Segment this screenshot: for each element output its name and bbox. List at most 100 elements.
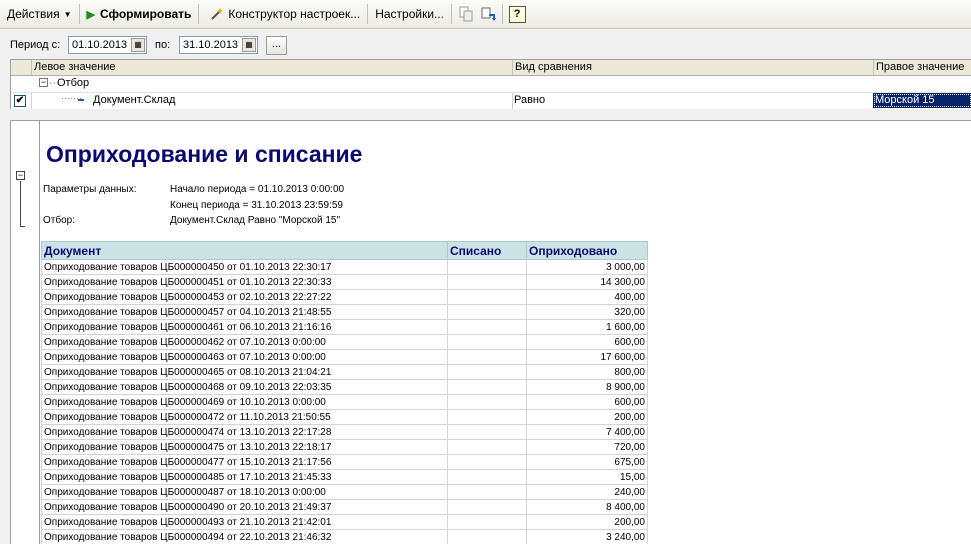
cell-received[interactable]: 320,00 xyxy=(526,304,648,320)
cell-written-off[interactable] xyxy=(447,259,527,275)
filter-header-compare[interactable]: Вид сравнения xyxy=(512,60,873,75)
cell-written-off[interactable] xyxy=(447,484,527,500)
cell-document[interactable]: Оприходование товаров ЦБ000000474 от 13.… xyxy=(41,424,448,440)
cell-written-off[interactable] xyxy=(447,304,527,320)
cell-received[interactable]: 400,00 xyxy=(526,289,648,305)
table-row[interactable]: Оприходование товаров ЦБ000000463 от 07.… xyxy=(41,349,648,365)
table-row[interactable]: Оприходование товаров ЦБ000000453 от 02.… xyxy=(41,289,648,305)
copy-settings-icon[interactable] xyxy=(457,5,475,23)
collapse-icon[interactable]: − xyxy=(39,78,48,87)
cell-received[interactable]: 600,00 xyxy=(526,334,648,350)
cell-received[interactable]: 600,00 xyxy=(526,394,648,410)
toolbar: Действия ▼ ▶ Сформировать Конструктор на… xyxy=(0,0,971,29)
period-select-button[interactable]: ... xyxy=(266,36,287,55)
table-row[interactable]: Оприходование товаров ЦБ000000469 от 10.… xyxy=(41,394,648,410)
cell-document[interactable]: Оприходование товаров ЦБ000000494 от 22.… xyxy=(41,529,448,544)
cell-received[interactable]: 200,00 xyxy=(526,514,648,530)
cell-written-off[interactable] xyxy=(447,409,527,425)
cell-document[interactable]: Оприходование товаров ЦБ000000450 от 01.… xyxy=(41,259,448,275)
cell-written-off[interactable] xyxy=(447,349,527,365)
table-row[interactable]: Оприходование товаров ЦБ000000475 от 13.… xyxy=(41,439,648,455)
cell-divider xyxy=(512,93,513,109)
filter-header-right[interactable]: Правое значение xyxy=(873,60,971,75)
cell-received[interactable]: 15,00 xyxy=(526,469,648,485)
table-row[interactable]: Оприходование товаров ЦБ000000474 от 13.… xyxy=(41,424,648,440)
collapse-icon[interactable]: − xyxy=(16,171,25,180)
cell-document[interactable]: Оприходование товаров ЦБ000000463 от 07.… xyxy=(41,349,448,365)
table-row[interactable]: Оприходование товаров ЦБ000000487 от 18.… xyxy=(41,484,648,500)
cell-received[interactable]: 240,00 xyxy=(526,484,648,500)
table-row[interactable]: Оприходование товаров ЦБ000000450 от 01.… xyxy=(41,259,648,275)
generate-button[interactable]: ▶ Сформировать xyxy=(83,3,196,25)
cell-document[interactable]: Оприходование товаров ЦБ000000493 от 21.… xyxy=(41,514,448,530)
table-row[interactable]: Оприходование товаров ЦБ000000494 от 22.… xyxy=(41,529,648,544)
cell-received[interactable]: 8 400,00 xyxy=(526,499,648,515)
table-row[interactable]: Оприходование товаров ЦБ000000457 от 04.… xyxy=(41,304,648,320)
cell-written-off[interactable] xyxy=(447,514,527,530)
period-from-field[interactable]: 01.10.2013 ▦ xyxy=(68,36,147,54)
filter-right-value[interactable]: Морской 15 xyxy=(873,93,971,108)
cell-document[interactable]: Оприходование товаров ЦБ000000462 от 07.… xyxy=(41,334,448,350)
cell-written-off[interactable] xyxy=(447,379,527,395)
cell-received[interactable]: 8 900,00 xyxy=(526,379,648,395)
filter-item-row[interactable]: ✔ ······· Документ.Склад Равно Морской 1… xyxy=(11,92,971,109)
cell-written-off[interactable] xyxy=(447,439,527,455)
actions-menu-button[interactable]: Действия ▼ xyxy=(3,3,76,25)
table-row[interactable]: Оприходование товаров ЦБ000000485 от 17.… xyxy=(41,469,648,485)
cell-written-off[interactable] xyxy=(447,454,527,470)
cell-received[interactable]: 7 400,00 xyxy=(526,424,648,440)
cell-received[interactable]: 3 000,00 xyxy=(526,259,648,275)
filter-header-left[interactable]: Левое значение xyxy=(31,60,512,75)
load-settings-icon[interactable] xyxy=(479,5,497,23)
cell-received[interactable]: 3 240,00 xyxy=(526,529,648,544)
cell-received[interactable]: 200,00 xyxy=(526,409,648,425)
cell-written-off[interactable] xyxy=(447,499,527,515)
table-row[interactable]: Оприходование товаров ЦБ000000477 от 15.… xyxy=(41,454,648,470)
cell-written-off[interactable] xyxy=(447,289,527,305)
cell-received[interactable]: 675,00 xyxy=(526,454,648,470)
cell-document[interactable]: Оприходование товаров ЦБ000000457 от 04.… xyxy=(41,304,448,320)
table-row[interactable]: Оприходование товаров ЦБ000000462 от 07.… xyxy=(41,334,648,350)
calendar-icon[interactable]: ▦ xyxy=(131,38,145,52)
cell-document[interactable]: Оприходование товаров ЦБ000000468 от 09.… xyxy=(41,379,448,395)
table-row[interactable]: Оприходование товаров ЦБ000000490 от 20.… xyxy=(41,499,648,515)
cell-document[interactable]: Оприходование товаров ЦБ000000453 от 02.… xyxy=(41,289,448,305)
table-row[interactable]: Оприходование товаров ЦБ000000451 от 01.… xyxy=(41,274,648,290)
period-to-field[interactable]: 31.10.2013 ▦ xyxy=(179,36,258,54)
cell-written-off[interactable] xyxy=(447,394,527,410)
cell-document[interactable]: Оприходование товаров ЦБ000000490 от 20.… xyxy=(41,499,448,515)
settings-button[interactable]: Настройки... xyxy=(371,3,448,25)
cell-received[interactable]: 720,00 xyxy=(526,439,648,455)
cell-received[interactable]: 1 600,00 xyxy=(526,319,648,335)
filter-group-row[interactable]: − ·· Отбор xyxy=(11,76,971,92)
calendar-icon[interactable]: ▦ xyxy=(242,38,256,52)
table-row[interactable]: Оприходование товаров ЦБ000000472 от 11.… xyxy=(41,409,648,425)
cell-written-off[interactable] xyxy=(447,469,527,485)
cell-document[interactable]: Оприходование товаров ЦБ000000451 от 01.… xyxy=(41,274,448,290)
table-row[interactable]: Оприходование товаров ЦБ000000461 от 06.… xyxy=(41,319,648,335)
cell-document[interactable]: Оприходование товаров ЦБ000000485 от 17.… xyxy=(41,469,448,485)
cell-written-off[interactable] xyxy=(447,364,527,380)
cell-received[interactable]: 17 600,00 xyxy=(526,349,648,365)
cell-written-off[interactable] xyxy=(447,529,527,544)
table-row[interactable]: Оприходование товаров ЦБ000000493 от 21.… xyxy=(41,514,648,530)
cell-written-off[interactable] xyxy=(447,319,527,335)
cell-document[interactable]: Оприходование товаров ЦБ000000465 от 08.… xyxy=(41,364,448,380)
cell-received[interactable]: 800,00 xyxy=(526,364,648,380)
cell-received[interactable]: 14 300,00 xyxy=(526,274,648,290)
cell-document[interactable]: Оприходование товаров ЦБ000000472 от 11.… xyxy=(41,409,448,425)
table-row[interactable]: Оприходование товаров ЦБ000000465 от 08.… xyxy=(41,364,648,380)
cell-document[interactable]: Оприходование товаров ЦБ000000469 от 10.… xyxy=(41,394,448,410)
cell-document[interactable]: Оприходование товаров ЦБ000000461 от 06.… xyxy=(41,319,448,335)
cell-written-off[interactable] xyxy=(447,424,527,440)
help-button[interactable]: ? xyxy=(508,5,526,23)
cell-written-off[interactable] xyxy=(447,274,527,290)
settings-constructor-button[interactable]: Конструктор настроек... xyxy=(202,3,364,25)
cell-document[interactable]: Оприходование товаров ЦБ000000475 от 13.… xyxy=(41,439,448,455)
filter-compare-value[interactable]: Равно xyxy=(514,94,545,106)
cell-written-off[interactable] xyxy=(447,334,527,350)
filter-use-checkbox[interactable]: ✔ xyxy=(14,95,26,107)
cell-document[interactable]: Оприходование товаров ЦБ000000487 от 18.… xyxy=(41,484,448,500)
table-row[interactable]: Оприходование товаров ЦБ000000468 от 09.… xyxy=(41,379,648,395)
cell-document[interactable]: Оприходование товаров ЦБ000000477 от 15.… xyxy=(41,454,448,470)
